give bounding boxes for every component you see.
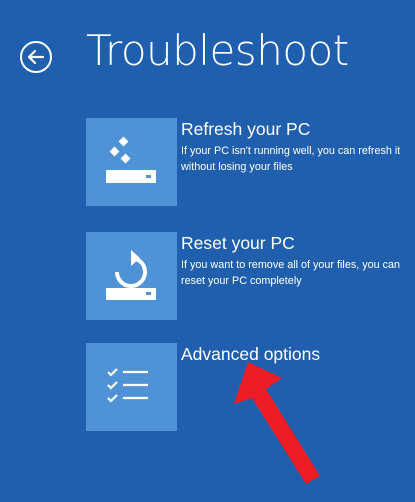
advanced-options-title: Advanced options xyxy=(181,344,321,364)
back-button[interactable] xyxy=(20,41,52,73)
refresh-pc-tile[interactable] xyxy=(86,118,177,206)
refresh-pc-icon xyxy=(106,136,156,183)
reset-pc-description: If you want to remove all of your files,… xyxy=(181,259,401,287)
refresh-pc-title: Refresh your PC xyxy=(181,119,311,139)
reset-pc-option[interactable]: Reset your PC If you want to remove all … xyxy=(86,232,406,324)
reset-pc-tile[interactable] xyxy=(86,232,177,320)
advanced-options-tile[interactable] xyxy=(86,343,177,431)
refresh-pc-option[interactable]: Refresh your PC If your PC isn't running… xyxy=(86,118,406,210)
checklist-icon xyxy=(107,368,148,403)
header: Troubleshoot xyxy=(0,0,415,110)
back-arrow-icon xyxy=(27,49,45,65)
reset-pc-title: Reset your PC xyxy=(181,233,295,253)
reset-pc-icon xyxy=(106,250,156,300)
advanced-options-option[interactable]: Advanced options xyxy=(86,343,406,435)
refresh-pc-description: If your PC isn't running well, you can r… xyxy=(181,145,401,173)
page-title: Troubleshoot xyxy=(86,26,349,75)
